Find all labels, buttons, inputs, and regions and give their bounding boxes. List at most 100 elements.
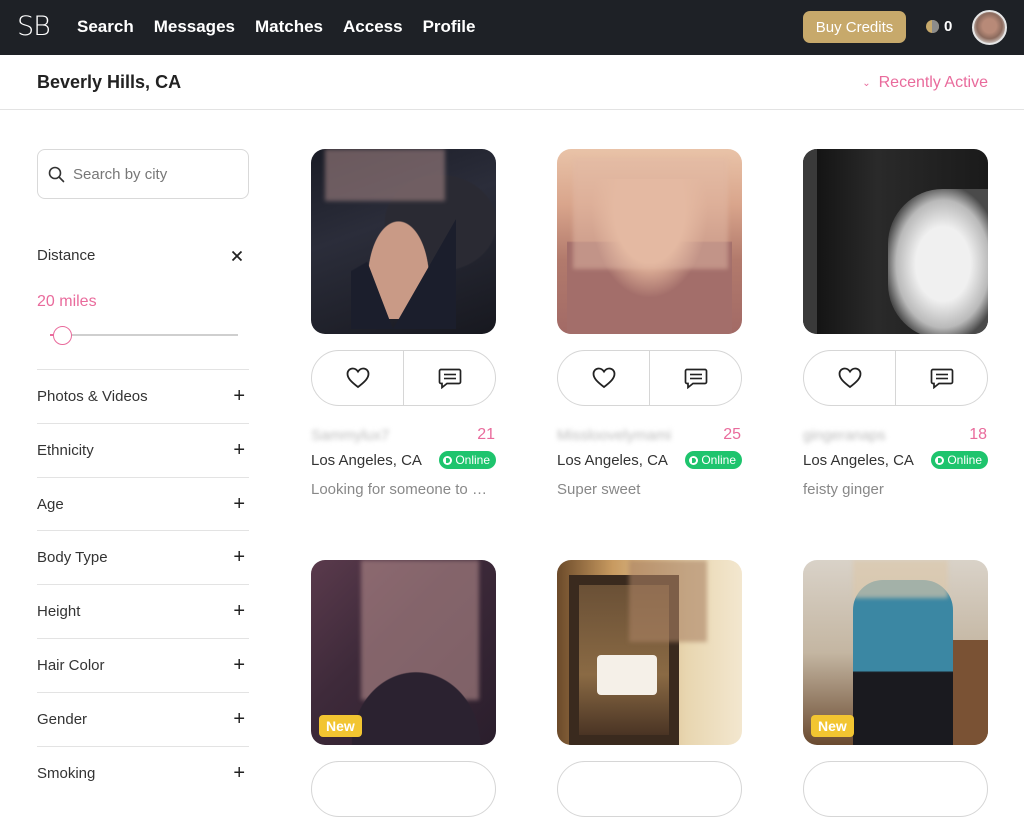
card-actions [803,761,988,817]
photo-detail [597,655,657,695]
nav-link-access[interactable]: Access [343,17,403,37]
plus-icon: + [233,654,245,676]
chat-icon [930,368,953,389]
profile-city: Los Angeles, CA [311,451,422,469]
photo-detail [888,189,988,334]
filter-smoking[interactable]: Smoking + [37,746,249,800]
filter-gender[interactable]: Gender + [37,692,249,746]
profile-username[interactable]: gingeranaps [803,427,886,444]
distance-filter-header[interactable]: Distance [37,247,249,264]
filter-body-type[interactable]: Body Type + [37,530,249,584]
close-icon[interactable] [231,250,243,262]
photo-detail [341,660,491,745]
filter-label: Body Type [37,549,108,566]
card-actions [311,350,496,406]
profile-tagline: feisty ginger [803,481,884,498]
filter-label: Photos & Videos [37,388,148,405]
profile-username[interactable]: Missloovelymami [557,427,671,444]
online-badge: Online [685,451,742,469]
profile-photo[interactable] [803,149,988,334]
credits-balance[interactable]: 0 [926,18,952,35]
favorite-button[interactable] [312,351,404,405]
profile-card[interactable]: gingeranaps 18 Los Angeles, CA Online fe… [803,149,988,498]
filter-hair-color[interactable]: Hair Color + [37,638,249,692]
message-button[interactable] [404,351,495,405]
distance-slider-track[interactable] [50,334,238,336]
nav-link-search[interactable]: Search [77,17,134,37]
new-badge: New [811,715,854,737]
chat-icon [438,368,461,389]
filter-ethnicity[interactable]: Ethnicity + [37,423,249,477]
site-logo[interactable]: SB [17,11,51,42]
city-search-input[interactable] [73,165,233,183]
profile-tagline: Super sweet [557,481,641,498]
credits-count: 0 [944,18,953,35]
buy-credits-button[interactable]: Buy Credits [803,11,906,43]
top-nav: SB Search Messages Matches Access Profil… [0,0,1024,55]
favorite-button[interactable] [804,351,896,405]
online-badge: Online [931,451,988,469]
new-badge: New [319,715,362,737]
filter-height[interactable]: Height + [37,584,249,638]
nav-link-matches[interactable]: Matches [255,17,323,37]
filter-label: Height [37,603,81,620]
profile-age: 25 [723,426,741,443]
face-blur [325,149,445,201]
profile-age: 21 [477,426,495,443]
profile-tagline: Looking for someone to Sp... [311,481,496,498]
message-button[interactable] [896,351,987,405]
profile-card[interactable]: Sammylux7 21 Los Angeles, CA Online Look… [311,149,496,498]
profile-card[interactable]: Missloovelymami 25 Los Angeles, CA Onlin… [557,149,742,498]
nav-link-messages[interactable]: Messages [154,17,235,37]
profile-photo[interactable] [311,149,496,334]
profile-card[interactable]: New [311,560,496,817]
online-badge: Online [439,451,496,469]
current-location: Beverly Hills, CA [37,72,182,92]
plus-icon: + [233,546,245,568]
sort-label: Recently Active [878,74,988,91]
distance-value: 20 miles [37,293,97,310]
online-label: Online [701,453,736,467]
distance-slider-handle[interactable] [53,326,72,345]
profile-card[interactable] [557,560,742,817]
plus-icon: + [233,708,245,730]
city-search[interactable] [37,149,249,199]
filter-label: Ethnicity [37,442,94,459]
message-button[interactable] [650,351,741,405]
card-actions [803,350,988,406]
nav-links: Search Messages Matches Access Profile [77,17,475,37]
profile-username[interactable]: Sammylux7 [311,427,389,444]
heart-icon [346,367,369,389]
photo-detail [803,149,817,334]
profile-photo[interactable] [557,149,742,334]
online-icon [935,455,945,465]
sort-dropdown[interactable]: ⌄ Recently Active [862,74,988,92]
coin-icon [926,20,939,33]
online-icon [689,455,699,465]
face-blur [573,159,728,269]
profile-city: Los Angeles, CA [803,451,914,469]
card-actions [557,350,742,406]
plus-icon: + [233,600,245,622]
face-blur [853,560,948,598]
profile-card[interactable]: New [803,560,988,817]
plus-icon: + [233,493,245,515]
search-icon [48,166,65,182]
plus-icon: + [233,385,245,407]
filter-age[interactable]: Age + [37,477,249,531]
plus-icon: + [233,762,245,784]
profile-age: 18 [969,426,987,443]
profile-photo[interactable]: New [311,560,496,745]
heart-icon [592,367,615,389]
online-label: Online [455,453,490,467]
photo-detail [853,580,953,745]
favorite-button[interactable] [558,351,650,405]
filter-label: Hair Color [37,657,105,674]
nav-link-profile[interactable]: Profile [423,17,476,37]
chevron-down-icon: ⌄ [862,77,871,89]
filter-photos-videos[interactable]: Photos & Videos + [37,369,249,423]
face-blur [629,560,707,642]
profile-photo[interactable] [557,560,742,745]
profile-photo[interactable]: New [803,560,988,745]
user-avatar[interactable] [972,10,1007,45]
